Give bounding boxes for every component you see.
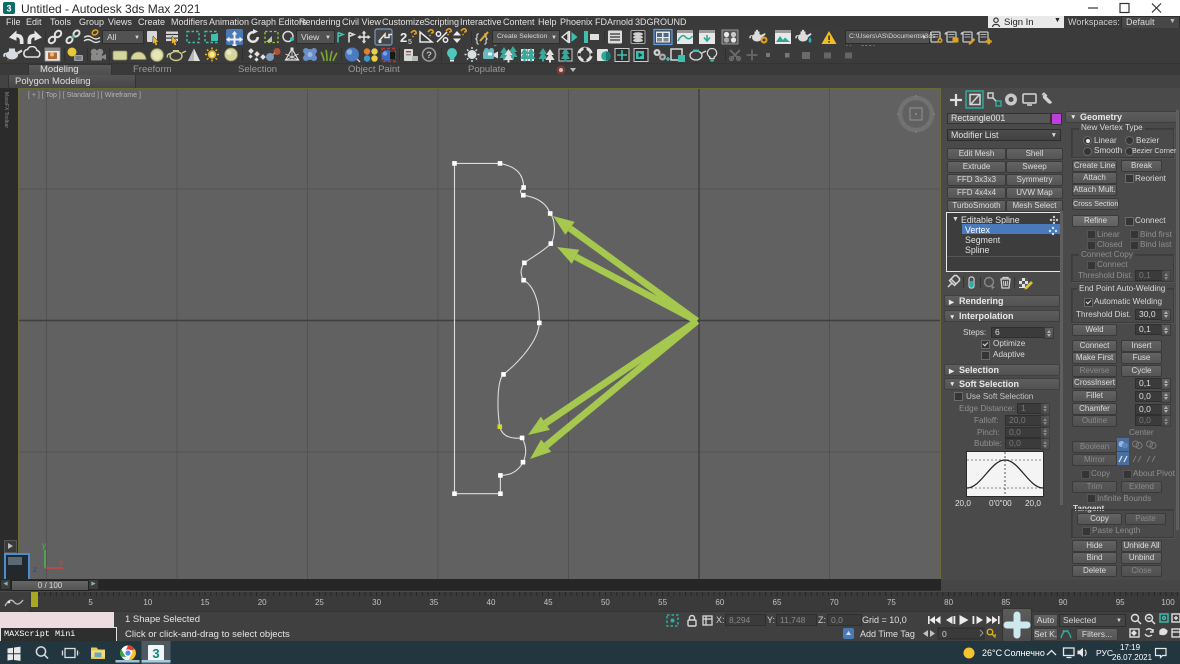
svg-text:55: 55 — [658, 598, 667, 607]
svg-text:75: 75 — [887, 598, 896, 607]
svg-text:z: z — [33, 565, 37, 574]
svg-text:x: x — [59, 558, 63, 567]
svg-text:y: y — [42, 541, 46, 550]
svg-text:40: 40 — [487, 598, 496, 607]
svg-text:30: 30 — [372, 598, 381, 607]
svg-text:70: 70 — [830, 598, 839, 607]
svg-text:5: 5 — [88, 598, 93, 607]
svg-text:80: 80 — [944, 598, 953, 607]
svg-text:45: 45 — [544, 598, 553, 607]
svg-text:85: 85 — [1001, 598, 1010, 607]
svg-text:50: 50 — [601, 598, 610, 607]
svg-text:10: 10 — [143, 598, 152, 607]
svg-text:5: 5 — [408, 39, 412, 46]
svg-text:2: 2 — [400, 30, 407, 45]
svg-text:100: 100 — [1161, 598, 1175, 607]
svg-text:25: 25 — [315, 598, 324, 607]
svg-text:{: { — [475, 31, 479, 45]
svg-text:?: ? — [426, 50, 432, 61]
svg-text:20: 20 — [258, 598, 267, 607]
svg-text:15: 15 — [201, 598, 210, 607]
svg-text:35: 35 — [429, 598, 438, 607]
svg-text:90: 90 — [1059, 598, 1068, 607]
svg-text:95: 95 — [1116, 598, 1125, 607]
svg-text:3: 3 — [6, 4, 11, 14]
svg-text:0: 0 — [942, 629, 947, 639]
svg-text:60: 60 — [715, 598, 724, 607]
svg-text:65: 65 — [773, 598, 782, 607]
svg-text:3: 3 — [152, 646, 159, 661]
